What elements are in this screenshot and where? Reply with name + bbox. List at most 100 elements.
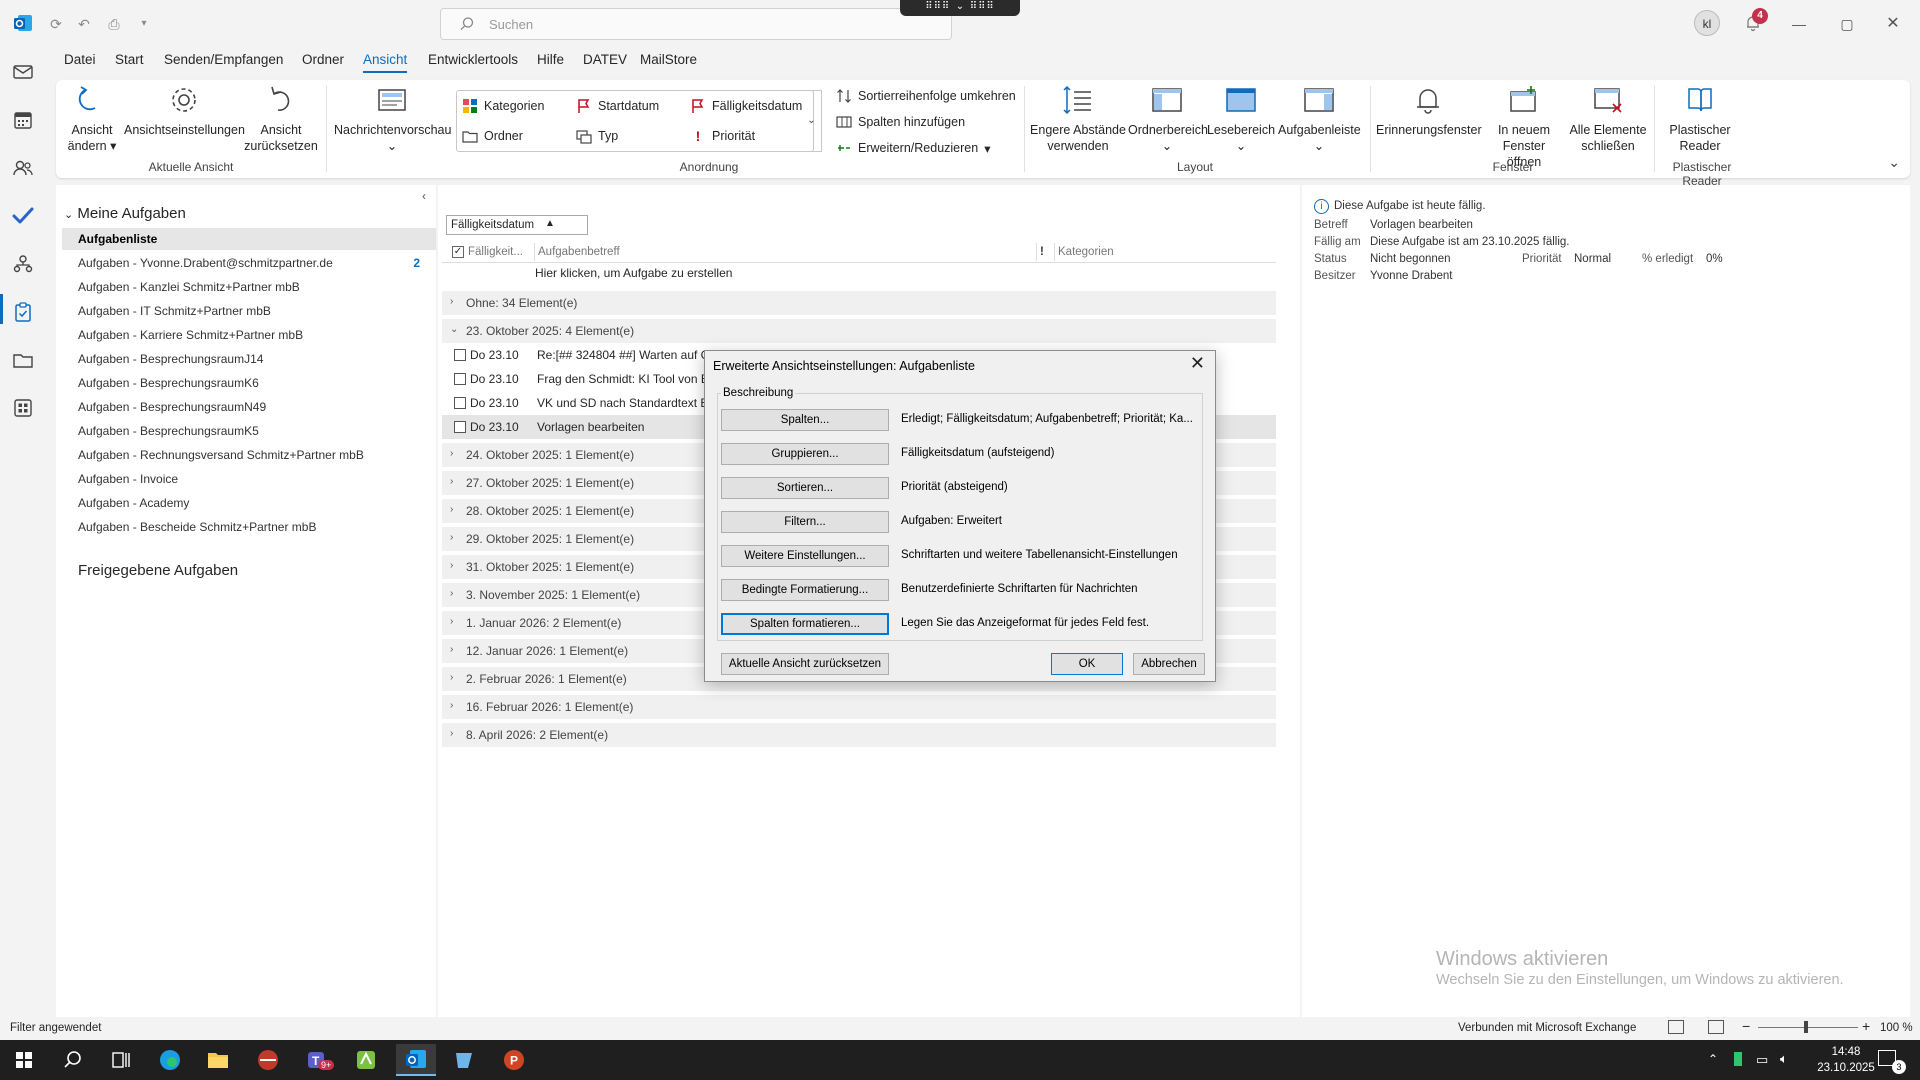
- ansicht-zuruecksetzen-dialog-button[interactable]: Aktuelle Ansicht zurücksetzen: [721, 653, 889, 675]
- cancel-button[interactable]: Abbrechen: [1133, 653, 1205, 675]
- ribbon-collapse-icon[interactable]: ⌄: [1888, 154, 1900, 171]
- powerpoint-icon[interactable]: P: [494, 1044, 534, 1076]
- org-explorer-icon[interactable]: [11, 252, 35, 276]
- edge-icon[interactable]: [150, 1044, 190, 1076]
- arrangement-startdatum[interactable]: Startdatum: [576, 98, 659, 114]
- sortieren-button[interactable]: Sortieren...: [721, 477, 889, 499]
- task-view-icon[interactable]: [100, 1044, 140, 1076]
- engere-abstaende-button[interactable]: Engere Abstände verwenden: [1030, 84, 1126, 154]
- tab-hilfe[interactable]: Hilfe: [537, 52, 564, 67]
- aufgabenleiste-button[interactable]: Aufgabenleiste ⌄: [1278, 84, 1361, 154]
- search-input[interactable]: Suchen: [440, 8, 952, 40]
- chevron-up-icon[interactable]: ⌃: [1708, 1052, 1718, 1066]
- folder-group-header[interactable]: ⌄ Meine Aufgaben: [64, 205, 186, 222]
- volume-icon[interactable]: 🔈︎: [1780, 1051, 1788, 1067]
- group-header-row[interactable]: ⌄ 23. Oktober 2025: 4 Element(e): [442, 319, 1276, 343]
- tab-entwicklertools[interactable]: Entwicklertools: [428, 52, 518, 67]
- arrangement-kategorien[interactable]: Kategorien: [462, 98, 544, 114]
- mail-icon[interactable]: [11, 60, 35, 84]
- window-grab-handle[interactable]: ⠿⠿⠿ ⌄ ⠿⠿⠿: [900, 0, 1020, 16]
- dialog-close-button[interactable]: ✕: [1190, 353, 1205, 374]
- sync-icon[interactable]: ⟳: [46, 14, 66, 34]
- gallery-more-button[interactable]: ⌄: [802, 90, 822, 152]
- arrangement-typ[interactable]: Typ: [576, 128, 618, 144]
- search-icon[interactable]: [52, 1044, 92, 1076]
- folder-item[interactable]: Aufgaben - Rechnungsversand Schmitz+Part…: [78, 448, 364, 462]
- app-icon[interactable]: [248, 1044, 288, 1076]
- plastischer-reader-button[interactable]: Plastischer Reader: [1660, 84, 1740, 154]
- task-checkbox[interactable]: [454, 349, 466, 361]
- group-header-row[interactable]: › 16. Februar 2026: 1 Element(e): [442, 695, 1276, 719]
- people-icon[interactable]: [11, 156, 35, 180]
- arrange-by-dropdown[interactable]: Fälligkeitsdatum ▲: [446, 215, 588, 235]
- group-header-row[interactable]: › Ohne: 34 Element(e): [442, 291, 1276, 315]
- arrangement-prioritaet[interactable]: ! Priorität: [690, 128, 755, 144]
- folder-item[interactable]: Aufgaben - BesprechungsraumK6: [78, 376, 259, 390]
- more-apps-icon[interactable]: [11, 396, 35, 420]
- ansicht-aendern-button[interactable]: Ansicht ändern ▾: [64, 84, 120, 154]
- folder-item[interactable]: Aufgaben - Karriere Schmitz+Partner mbB: [78, 328, 303, 342]
- task-checkbox[interactable]: [454, 421, 466, 433]
- battery-icon[interactable]: [1734, 1052, 1742, 1066]
- zoom-in-button[interactable]: +: [1862, 1018, 1870, 1034]
- folder-item-aufgabenliste[interactable]: Aufgabenliste: [78, 232, 157, 246]
- zoom-out-button[interactable]: −: [1742, 1018, 1750, 1034]
- avatar[interactable]: kl: [1694, 10, 1720, 36]
- ansicht-zuruecksetzen-button[interactable]: Ansicht zurücksetzen: [244, 84, 318, 154]
- lesebereich-button[interactable]: Lesebereich ⌄: [1206, 84, 1276, 154]
- spalten-button[interactable]: Spalten...: [721, 409, 889, 431]
- minimize-button[interactable]: —: [1776, 12, 1822, 36]
- zoom-slider-thumb[interactable]: [1804, 1021, 1808, 1033]
- folder-item[interactable]: Aufgaben - Bescheide Schmitz+Partner mbB: [78, 520, 316, 534]
- folder-item[interactable]: Aufgaben - Kanzlei Schmitz+Partner mbB: [78, 280, 300, 294]
- maximize-button[interactable]: ▢: [1824, 12, 1870, 36]
- filtern-button[interactable]: Filtern...: [721, 511, 889, 533]
- app-icon[interactable]: [444, 1044, 484, 1076]
- app-icon[interactable]: [346, 1044, 386, 1076]
- bedingte-formatierung-button[interactable]: Bedingte Formatierung...: [721, 579, 889, 601]
- zoom-slider[interactable]: [1758, 1027, 1858, 1028]
- tab-senden-empfangen[interactable]: Senden/Empfangen: [164, 52, 283, 67]
- erweitern-reduzieren-button[interactable]: Erweitern/Reduzieren ▾: [836, 140, 990, 156]
- new-task-row[interactable]: Hier klicken, um Aufgabe zu erstellen: [535, 266, 732, 280]
- clock[interactable]: 14:48 23.10.2025: [1804, 1044, 1888, 1076]
- column-header-faelligkeit[interactable]: Fälligkeit...: [468, 246, 523, 258]
- ordnerbereich-button[interactable]: Ordnerbereich ⌄: [1128, 84, 1208, 154]
- teams-icon[interactable]: T 9+: [298, 1044, 338, 1076]
- folder-icon[interactable]: [11, 348, 35, 372]
- undo-icon[interactable]: ↶: [74, 14, 94, 34]
- folder-item[interactable]: Aufgaben - Academy: [78, 496, 189, 510]
- shared-tasks-header[interactable]: Freigegebene Aufgaben: [78, 562, 238, 579]
- ok-button[interactable]: OK: [1051, 653, 1123, 675]
- tab-ansicht[interactable]: Ansicht: [363, 52, 408, 73]
- weitere-einstellungen-button[interactable]: Weitere Einstellungen...: [721, 545, 889, 567]
- folder-item[interactable]: Aufgaben - Yvonne.Drabent@schmitzpartner…: [78, 256, 333, 270]
- folder-item[interactable]: Aufgaben - IT Schmitz+Partner mbB: [78, 304, 271, 318]
- spalten-formatieren-button[interactable]: Spalten formatieren...: [721, 613, 889, 635]
- arrangement-faelligkeitsdatum[interactable]: Fälligkeitsdatum: [690, 98, 802, 114]
- neues-fenster-button[interactable]: In neuem Fenster öffnen: [1484, 84, 1564, 170]
- reading-view-icon[interactable]: [1708, 1020, 1724, 1034]
- normal-view-icon[interactable]: [1668, 1020, 1684, 1034]
- collapse-pane-icon[interactable]: ‹: [422, 189, 426, 203]
- erinnerungsfenster-button[interactable]: Erinnerungsfenster: [1376, 84, 1482, 138]
- outlook-taskbar-icon[interactable]: [396, 1044, 436, 1076]
- task-checkbox[interactable]: [454, 397, 466, 409]
- network-icon[interactable]: ▭: [1756, 1052, 1768, 1068]
- folder-item[interactable]: Aufgaben - BesprechungsraumJ14: [78, 352, 263, 366]
- sortierreihenfolge-umkehren-button[interactable]: Sortierreihenfolge umkehren: [836, 88, 1016, 104]
- alle-schliessen-button[interactable]: Alle Elemente schließen: [1566, 84, 1650, 154]
- arrangement-ordner[interactable]: Ordner: [462, 128, 523, 144]
- tab-datei[interactable]: Datei: [64, 52, 96, 67]
- calendar-icon[interactable]: [11, 108, 35, 132]
- column-header-betreff[interactable]: Aufgabenbetreff: [538, 246, 620, 258]
- column-header-priority[interactable]: !: [1040, 246, 1044, 258]
- print-icon[interactable]: ⎙: [104, 14, 124, 34]
- tab-ordner[interactable]: Ordner: [302, 52, 344, 67]
- tab-start[interactable]: Start: [115, 52, 144, 67]
- nachrichtenvorschau-button[interactable]: Nachrichtenvorschau ⌄: [334, 84, 451, 154]
- tasks-icon[interactable]: [11, 300, 35, 324]
- windows-start-icon[interactable]: [4, 1044, 44, 1076]
- customize-toolbar-icon[interactable]: ▾: [134, 14, 154, 34]
- folder-item[interactable]: Aufgaben - Invoice: [78, 472, 178, 486]
